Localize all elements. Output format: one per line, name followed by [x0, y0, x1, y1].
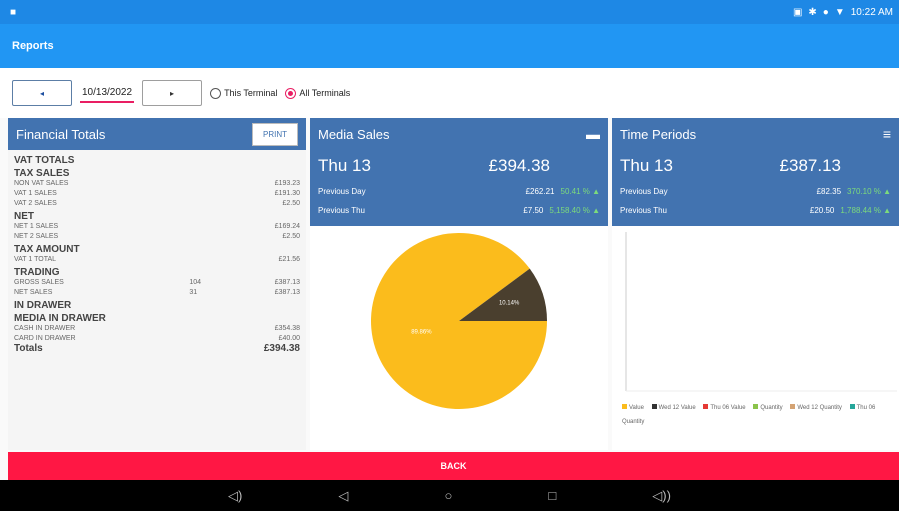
nfc-icon: ▣: [792, 6, 803, 18]
panel-header: Time Periods ≡: [612, 118, 899, 150]
list-item: GROSS SALES 104 £387.13: [14, 279, 300, 286]
pie-slice-large[interactable]: [371, 233, 547, 410]
row-value: £20.50: [809, 206, 835, 215]
section-heading: MEDIA IN DRAWER: [14, 313, 106, 324]
radio-button-selected-icon: [285, 87, 297, 99]
legend-item[interactable]: Wed 12 Value: [651, 404, 696, 411]
time-periods-panel: Time Periods ≡ Thu 13 £387.13 Previous Da…: [612, 118, 899, 450]
list-item: VAT 2 SALES £2.50: [14, 200, 300, 207]
bluetooth-icon: ✱: [808, 6, 817, 18]
section-heading: IN DRAWER: [14, 300, 72, 311]
menu-icon[interactable]: ≡: [883, 126, 891, 142]
time-periods-chart-area: [625, 232, 897, 392]
radio-this-terminal[interactable]: This Terminal: [210, 87, 278, 99]
row-value: £7.50: [523, 206, 544, 215]
cash-icon[interactable]: ▬: [586, 126, 600, 142]
print-button[interactable]: PRINT: [252, 122, 298, 146]
radio-all-terminals[interactable]: All Terminals: [285, 87, 351, 99]
radio-button-icon: [210, 87, 222, 99]
home-nav-icon[interactable]: ○: [444, 488, 452, 503]
totals-row: Totals £394.38: [14, 343, 300, 354]
list-item: VAT 1 SALES £191.30: [14, 190, 300, 197]
chart-legend: Value Wed 12 Value Thu 06 Value Quantity…: [612, 401, 899, 429]
row-percent: 5,158.40 % ▲: [549, 206, 600, 215]
summary-box: Thu 13 £387.13 Previous Day £82.35 370.10 %…: [612, 150, 899, 226]
legend-item[interactable]: Quantity: [753, 404, 783, 411]
day-label: Thu 13: [620, 156, 673, 175]
row-percent: 370.10 % ▲: [847, 187, 891, 196]
app-bar: Reports: [0, 24, 899, 68]
row-value: £82.35: [816, 187, 842, 196]
notification-icon: ■: [10, 6, 17, 18]
panel-title: Media Sales: [318, 126, 390, 142]
pie-data-label: 10.14%: [499, 300, 520, 306]
volume-up-icon[interactable]: ◁)): [652, 488, 671, 504]
radio-label: This Terminal: [224, 88, 278, 98]
pie-data-label: 89.86%: [411, 329, 432, 335]
panel-header: Media Sales ▬: [310, 118, 608, 150]
media-pie-chart: 89.86% 10.14%: [371, 233, 547, 410]
legend-item[interactable]: Wed 12 Quantity: [790, 404, 842, 411]
day-label: Thu 13: [318, 156, 371, 175]
list-item: VAT 1 TOTAL £21.56: [14, 256, 300, 263]
recents-nav-icon[interactable]: □: [548, 488, 556, 503]
summary-box: Thu 13 £394.38 Previous Day £262.21 50.41 %…: [310, 150, 608, 226]
legend-item[interactable]: Thu 06 Value: [703, 404, 746, 411]
next-date-button[interactable]: ▸: [142, 80, 203, 106]
row-label: Previous Thu: [620, 206, 667, 215]
row-percent: 50.41 % ▲: [560, 187, 601, 196]
row-percent: 1,788.44 % ▲: [840, 206, 891, 215]
previous-date-button[interactable]: ◂: [12, 80, 72, 106]
total-amount: £394.38: [488, 156, 550, 175]
section-heading: TRADING: [14, 267, 60, 278]
total-amount: £387.13: [779, 156, 841, 175]
clock-text: 10:22 AM: [850, 6, 893, 18]
media-sales-panel: Media Sales ▬ Thu 13 £394.38 Previous Day…: [310, 118, 608, 450]
list-item: NET 2 SALES £2.50: [14, 233, 300, 240]
app-title: Reports: [12, 40, 54, 52]
wifi-icon: ▼: [834, 6, 845, 18]
section-heading: TAX AMOUNT: [14, 244, 80, 255]
panel-header: Financial Totals PRINT: [8, 118, 306, 150]
row-value: £262.21: [525, 187, 555, 196]
financial-list[interactable]: VAT TOTALS TAX SALES NON VAT SALES £193.2…: [8, 150, 306, 357]
row-label: Previous Day: [318, 187, 366, 196]
row-label: Previous Thu: [318, 206, 365, 215]
legend-item[interactable]: Value: [622, 404, 644, 411]
system-nav-bar: ◁) ◁ ○ □ ◁)): [0, 480, 899, 511]
radio-label: All Terminals: [299, 88, 351, 98]
row-label: Previous Day: [620, 187, 668, 196]
list-item: CARD IN DRAWER £40.00: [14, 335, 300, 342]
financial-totals-panel: Financial Totals PRINT VAT TOTALS TAX SA…: [8, 118, 306, 450]
list-item: NET SALES 31 £387.13: [14, 289, 300, 296]
date-toolbar: ◂ 10/13/2022 ▸ This Terminal All Termina…: [0, 68, 899, 118]
date-field[interactable]: 10/13/2022: [80, 84, 135, 103]
back-button[interactable]: BACK: [8, 452, 899, 480]
section-heading: TAX SALES: [14, 168, 70, 179]
volume-down-icon[interactable]: ◁): [228, 488, 242, 504]
status-bar: ■ ▣ ✱ ● ▼ 10:22 AM: [0, 0, 899, 24]
section-heading: VAT TOTALS: [14, 155, 75, 166]
section-heading: NET: [14, 211, 34, 222]
sync-icon: ●: [822, 6, 829, 18]
list-item: CASH IN DRAWER £354.38: [14, 325, 300, 332]
list-item: NON VAT SALES £193.23: [14, 180, 300, 187]
back-nav-icon[interactable]: ◁: [338, 488, 348, 504]
panel-title: Financial Totals: [16, 126, 106, 142]
panel-title: Time Periods: [620, 126, 697, 142]
list-item: NET 1 SALES £169.24: [14, 223, 300, 230]
